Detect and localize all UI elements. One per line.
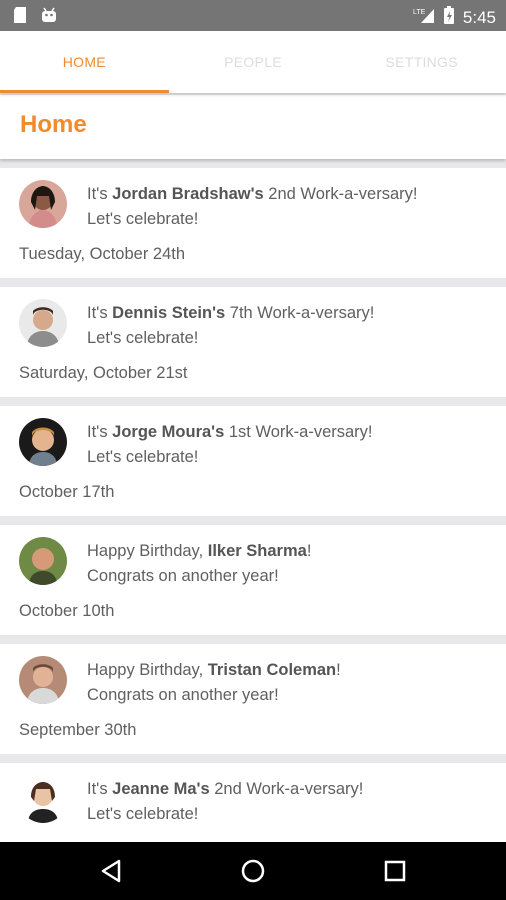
item-message: Happy Birthday, Tristan Coleman! Congrat… (87, 661, 341, 704)
item-date: Tuesday, October 24th (19, 245, 186, 263)
person-avatar-icon[interactable] (19, 418, 67, 466)
back-icon[interactable] (97, 856, 127, 886)
tab-bar: HOME PEOPLE SETTINGS (0, 31, 506, 93)
network-label: LTE (413, 9, 426, 16)
list-item[interactable]: It's Jordan Bradshaw's 2nd Work-a-versar… (0, 168, 506, 278)
person-avatar-icon[interactable] (19, 299, 67, 347)
home-icon[interactable] (238, 856, 268, 886)
list-item[interactable]: It's Jeanne Ma's 2nd Work-a-versary! Let… (0, 763, 506, 853)
tab-home[interactable]: HOME (0, 31, 169, 93)
person-avatar-icon[interactable] (19, 656, 67, 704)
android-icon (40, 6, 58, 29)
tab-people[interactable]: PEOPLE (169, 31, 338, 93)
clock: 5:45 (462, 7, 496, 27)
person-avatar-icon[interactable] (19, 537, 67, 585)
item-message: Happy Birthday, Ilker Sharma! Congrats o… (87, 542, 312, 585)
person-avatar-icon[interactable] (19, 180, 67, 228)
person-name: Jeanne Ma's (112, 780, 210, 798)
person-name: Jorge Moura's (112, 423, 225, 441)
tab-settings[interactable]: SETTINGS (337, 31, 506, 93)
list-item[interactable]: Happy Birthday, Ilker Sharma! Congrats o… (0, 525, 506, 635)
recents-icon[interactable] (380, 856, 410, 886)
item-message: It's Dennis Stein's 7th Work-a-versary! … (87, 304, 375, 347)
page-header: Home (0, 95, 506, 159)
signal-icon: LTE (413, 6, 435, 29)
status-bar: LTE 5:45 (0, 0, 506, 31)
item-message: It's Jorge Moura's 1st Work-a-versary! L… (87, 423, 373, 466)
item-message: It's Jordan Bradshaw's 2nd Work-a-versar… (87, 185, 418, 228)
person-name: Dennis Stein's (112, 304, 226, 322)
item-date: October 17th (19, 483, 115, 501)
list-item[interactable]: It's Dennis Stein's 7th Work-a-versary! … (0, 287, 506, 397)
sd-card-icon (12, 6, 28, 29)
item-date: September 30th (19, 721, 137, 739)
item-date: Saturday, October 21st (19, 364, 188, 382)
person-name: Tristan Coleman (207, 661, 337, 679)
list-item[interactable]: Happy Birthday, Tristan Coleman! Congrat… (0, 644, 506, 754)
item-message: It's Jeanne Ma's 2nd Work-a-versary! Let… (87, 780, 364, 823)
person-name: Ilker Sharma (207, 542, 307, 560)
battery-icon (443, 5, 455, 30)
person-name: Jordan Bradshaw's (112, 185, 264, 203)
item-date: October 10th (19, 602, 115, 620)
person-avatar-icon[interactable] (19, 775, 67, 823)
page-title: Home (20, 111, 87, 138)
list-item[interactable]: It's Jorge Moura's 1st Work-a-versary! L… (0, 406, 506, 516)
system-nav-bar (0, 842, 506, 900)
